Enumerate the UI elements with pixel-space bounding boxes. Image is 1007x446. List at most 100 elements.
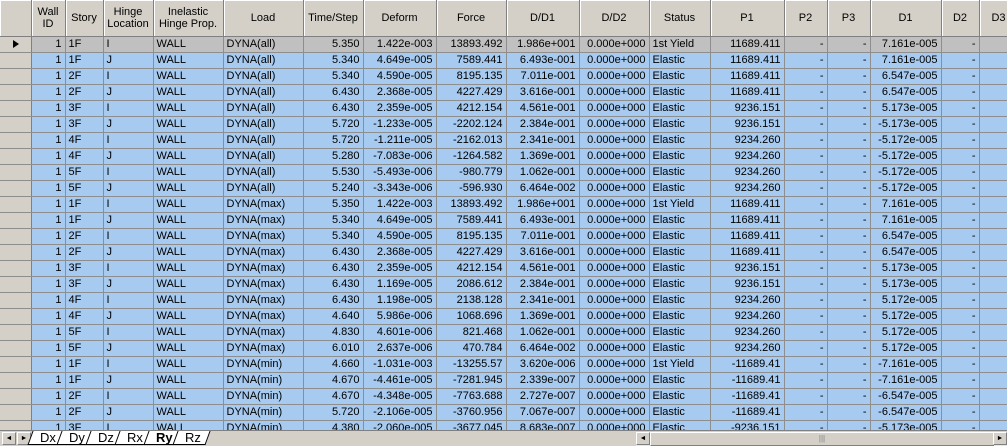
cell-time-step[interactable]: 4.380	[303, 420, 364, 430]
cell-hinge-prop[interactable]: WALL	[153, 212, 224, 229]
cell-p3[interactable]: -	[827, 148, 871, 165]
cell-hinge-prop[interactable]: WALL	[153, 372, 224, 389]
cell-hinge-prop[interactable]: WALL	[153, 340, 224, 357]
cell-d-d2[interactable]: 0.000e+000	[579, 148, 650, 165]
cell-d3[interactable]: -	[979, 260, 1007, 277]
cell-d-d2[interactable]: 0.000e+000	[579, 180, 650, 197]
cell-hinge-prop[interactable]: WALL	[153, 180, 224, 197]
cell-load[interactable]: DYNA(all)	[223, 68, 304, 85]
cell-d1[interactable]: 6.547e-005	[870, 68, 942, 85]
cell-time-step[interactable]: 6.430	[303, 276, 364, 293]
cell-p3[interactable]: -	[827, 372, 871, 389]
cell-status[interactable]: Elastic	[649, 324, 711, 341]
row-selector[interactable]	[0, 276, 32, 293]
cell-d-d2[interactable]: 0.000e+000	[579, 420, 650, 430]
cell-force[interactable]: -1264.582	[436, 148, 507, 165]
cell-d3[interactable]: -	[979, 212, 1007, 229]
cell-wall-id[interactable]: 1	[31, 100, 66, 117]
cell-status[interactable]: Elastic	[649, 388, 711, 405]
cell-d2[interactable]: -	[941, 116, 980, 133]
cell-load[interactable]: DYNA(min)	[223, 420, 304, 430]
cell-story[interactable]: 2F	[65, 84, 104, 101]
cell-d2[interactable]: -	[941, 388, 980, 405]
cell-d2[interactable]: -	[941, 420, 980, 430]
cell-story[interactable]: 3F	[65, 260, 104, 277]
cell-p2[interactable]: -	[784, 340, 828, 357]
table-row[interactable]: 1 4F I WALL DYNA(max) 6.430 1.198e-005 2138.128…	[0, 292, 1007, 309]
cell-d3[interactable]: -	[979, 84, 1007, 101]
cell-time-step[interactable]: 5.340	[303, 212, 364, 229]
cell-wall-id[interactable]: 1	[31, 132, 66, 149]
cell-wall-id[interactable]: 1	[31, 52, 66, 69]
cell-story[interactable]: 1F	[65, 36, 104, 53]
column-header-time-step[interactable]: Time/Step	[303, 0, 364, 37]
cell-p2[interactable]: -	[784, 292, 828, 309]
cell-load[interactable]: DYNA(all)	[223, 164, 304, 181]
cell-hinge-location[interactable]: J	[103, 148, 154, 165]
cell-hinge-prop[interactable]: WALL	[153, 356, 224, 373]
cell-p3[interactable]: -	[827, 52, 871, 69]
table-row[interactable]: 1 5F J WALL DYNA(all) 5.240 -3.343e-006 -596.93…	[0, 180, 1007, 197]
column-header-p3[interactable]: P3	[827, 0, 871, 37]
cell-d1[interactable]: -5.173e-005	[870, 420, 942, 430]
cell-d-d1[interactable]: 3.616e-001	[506, 84, 580, 101]
cell-p2[interactable]: -	[784, 132, 828, 149]
cell-deform[interactable]: 4.590e-005	[363, 228, 437, 245]
row-selector[interactable]	[0, 180, 32, 197]
cell-p1[interactable]: 11689.411	[710, 36, 785, 53]
cell-force[interactable]: 13893.492	[436, 36, 507, 53]
cell-p3[interactable]: -	[827, 420, 871, 430]
cell-status[interactable]: Elastic	[649, 68, 711, 85]
cell-story[interactable]: 1F	[65, 212, 104, 229]
row-selector[interactable]	[0, 36, 32, 53]
cell-d-d1[interactable]: 2.341e-001	[506, 292, 580, 309]
table-row[interactable]: 1 1F J WALL DYNA(all) 5.340 4.649e-005 7589.441…	[0, 52, 1007, 69]
column-header-hinge-location[interactable]: Hinge Location	[103, 0, 154, 37]
row-selector[interactable]	[0, 84, 32, 101]
cell-time-step[interactable]: 5.340	[303, 228, 364, 245]
cell-hinge-prop[interactable]: WALL	[153, 196, 224, 213]
cell-story[interactable]: 4F	[65, 132, 104, 149]
cell-d3[interactable]: -	[979, 180, 1007, 197]
cell-d1[interactable]: -5.173e-005	[870, 116, 942, 133]
row-selector[interactable]	[0, 340, 32, 357]
cell-d3[interactable]: -	[979, 340, 1007, 357]
cell-deform[interactable]: 1.169e-005	[363, 276, 437, 293]
cell-d-d2[interactable]: 0.000e+000	[579, 212, 650, 229]
cell-d2[interactable]: -	[941, 196, 980, 213]
cell-load[interactable]: DYNA(all)	[223, 180, 304, 197]
cell-d3[interactable]: -	[979, 100, 1007, 117]
cell-load[interactable]: DYNA(all)	[223, 52, 304, 69]
cell-p2[interactable]: -	[784, 260, 828, 277]
cell-load[interactable]: DYNA(all)	[223, 116, 304, 133]
cell-status[interactable]: 1st Yield	[649, 36, 711, 53]
cell-hinge-prop[interactable]: WALL	[153, 244, 224, 261]
cell-wall-id[interactable]: 1	[31, 68, 66, 85]
cell-force[interactable]: 821.468	[436, 324, 507, 341]
cell-d-d1[interactable]: 3.616e-001	[506, 244, 580, 261]
cell-hinge-prop[interactable]: WALL	[153, 36, 224, 53]
cell-p3[interactable]: -	[827, 244, 871, 261]
cell-story[interactable]: 5F	[65, 164, 104, 181]
cell-p2[interactable]: -	[784, 148, 828, 165]
cell-d-d1[interactable]: 1.369e-001	[506, 148, 580, 165]
cell-d-d1[interactable]: 6.493e-001	[506, 212, 580, 229]
cell-d1[interactable]: -6.547e-005	[870, 404, 942, 421]
cell-load[interactable]: DYNA(max)	[223, 292, 304, 309]
cell-p2[interactable]: -	[784, 84, 828, 101]
row-selector[interactable]	[0, 100, 32, 117]
cell-load[interactable]: DYNA(min)	[223, 372, 304, 389]
cell-force[interactable]: -980.779	[436, 164, 507, 181]
cell-load[interactable]: DYNA(max)	[223, 212, 304, 229]
cell-status[interactable]: Elastic	[649, 52, 711, 69]
row-selector[interactable]	[0, 356, 32, 373]
cell-d2[interactable]: -	[941, 356, 980, 373]
table-row[interactable]: 1 5F J WALL DYNA(max) 6.010 2.637e-006 470.784 6…	[0, 340, 1007, 357]
row-selector[interactable]	[0, 148, 32, 165]
cell-status[interactable]: Elastic	[649, 180, 711, 197]
cell-force[interactable]: 4212.154	[436, 260, 507, 277]
cell-deform[interactable]: 1.198e-005	[363, 292, 437, 309]
cell-d2[interactable]: -	[941, 324, 980, 341]
cell-load[interactable]: DYNA(max)	[223, 244, 304, 261]
cell-p2[interactable]: -	[784, 276, 828, 293]
